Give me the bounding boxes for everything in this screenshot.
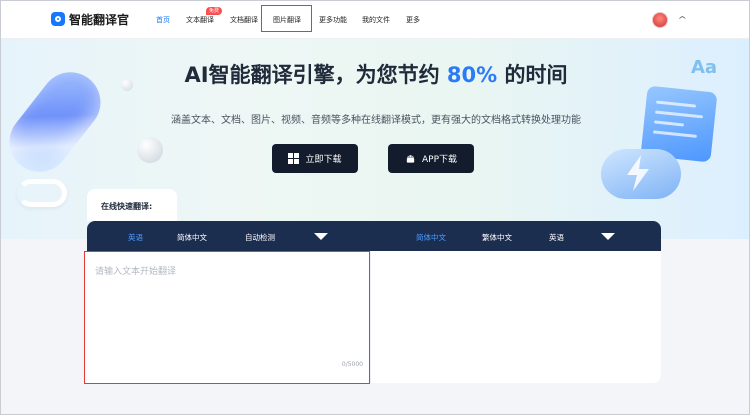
nav-my-files[interactable]: 我的文件: [362, 15, 390, 25]
download-pc-button[interactable]: 立即下载: [272, 144, 358, 173]
top-nav-bar: 智能翻译官 首页 文本翻译 免费 文档翻译 图片翻译 更多功能 我的文件 更多 …: [1, 1, 749, 39]
hero-title: AI智能翻译引擎，为您节约 80% 的时间: [1, 59, 749, 89]
nav-more-features[interactable]: 更多功能: [319, 15, 347, 25]
chevron-up-icon[interactable]: ^: [678, 15, 687, 24]
source-lang-dropdown-icon[interactable]: [314, 233, 328, 240]
hero-title-suffix: 的时间: [504, 63, 568, 87]
free-badge: 免费: [206, 7, 223, 15]
quick-translate-label: 在线快速翻译:: [87, 189, 177, 221]
nav-image-translate[interactable]: 图片翻译: [273, 15, 301, 25]
download-app-label: APP下载: [421, 155, 457, 165]
input-placeholder: 请输入文本开始翻译: [95, 267, 177, 277]
page-frame: 智能翻译官 首页 文本翻译 免费 文档翻译 图片翻译 更多功能 我的文件 更多 …: [0, 0, 750, 415]
hero-title-accent: 80%: [446, 63, 498, 87]
nav-text-translate[interactable]: 文本翻译: [186, 15, 214, 25]
nav-home[interactable]: 首页: [156, 15, 170, 25]
nav-doc-translate[interactable]: 文档翻译: [230, 15, 258, 25]
windows-icon: [288, 153, 300, 164]
source-lang-auto-detect[interactable]: 自动检测: [245, 232, 275, 243]
download-pc-label: 立即下载: [305, 155, 342, 165]
target-lang-traditional-chinese[interactable]: 繁体中文: [482, 232, 512, 243]
source-lang-simplified-chinese[interactable]: 简体中文: [177, 232, 207, 243]
char-counter: 0/5000: [341, 361, 363, 368]
avatar[interactable]: [652, 12, 668, 28]
decorative-ball-icon: [137, 137, 163, 163]
logo-text[interactable]: 智能翻译官: [69, 11, 129, 28]
hero-title-prefix: AI智能翻译引擎，为您节约: [184, 63, 440, 87]
source-lang-english[interactable]: 英语: [128, 232, 143, 243]
target-lang-english[interactable]: 英语: [549, 232, 564, 243]
target-lang-simplified-chinese[interactable]: 简体中文: [416, 232, 446, 243]
logo-icon[interactable]: [51, 12, 65, 26]
decorative-spring-icon: [17, 179, 67, 207]
lightning-bolt-icon: [627, 155, 649, 191]
panel-divider: [370, 251, 371, 383]
hero-subtitle: 涵盖文本、文档、图片、视频、音频等多种在线翻译模式，更有强大的文档格式转换处理功…: [171, 115, 581, 126]
source-text-input[interactable]: 请输入文本开始翻译 0/5000: [84, 251, 370, 384]
nav-more[interactable]: 更多: [406, 15, 420, 25]
language-bar: 英语 简体中文 自动检测 简体中文 繁体中文 英语: [87, 221, 661, 251]
target-lang-dropdown-icon[interactable]: [601, 233, 615, 240]
download-app-button[interactable]: APP下载: [388, 144, 474, 173]
android-icon: [406, 155, 415, 163]
